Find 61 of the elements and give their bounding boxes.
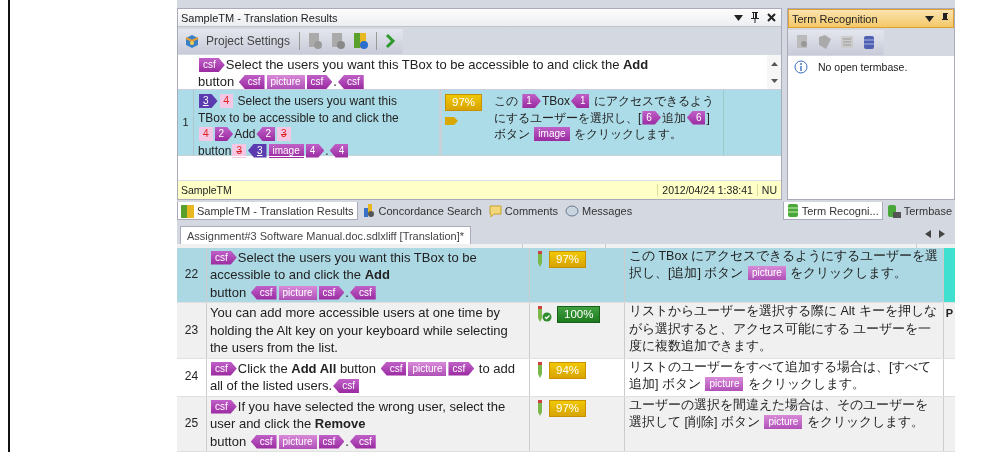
panel-title: Term Recognition bbox=[792, 12, 879, 25]
book-icon[interactable] bbox=[353, 32, 370, 50]
match-row[interactable]: 1 3 4 Select the users you want this TBox to be accessible to and click the 4 2 Add 2 3 button 3 3 image 4 . 4 97% この 1 TBox 1 にアクセスできるようにするユーザーを選択し、[ 6 追加 6 ] ボタン image をクリックします。 bbox=[178, 90, 781, 156]
row-number: 25 bbox=[177, 396, 207, 451]
target-text: リストからユーザーを選択する際に Alt キーを押しながら選択すると、アクセス可能にする ユーザーを一度に複数追加できます。 bbox=[625, 303, 944, 358]
match-user: NU bbox=[756, 184, 781, 196]
panel-tab[interactable]: Termbase bbox=[883, 202, 955, 220]
tag-icon bbox=[445, 117, 458, 125]
source-text: csf Select the users you want this TBox to be accessible to and click the Add button csf picture csf . csf bbox=[197, 56, 650, 89]
document-tab[interactable]: Assignment#3 Software Manual.doc.sdlxliff [Translation]* bbox=[180, 225, 471, 244]
pencil-icon bbox=[536, 361, 544, 378]
match-percent: 97% bbox=[549, 250, 587, 268]
source-text: 3 4 Select the users you want this TBox to be accessible to and click the 4 2 Add 2 3 button 3 3 image 4 . 4 bbox=[194, 90, 442, 155]
panel-tab[interactable]: SampleTM - Translation Results bbox=[177, 202, 358, 220]
arrow-right-icon[interactable] bbox=[384, 33, 397, 49]
scroll-left-icon[interactable] bbox=[925, 229, 931, 238]
scroll-down-icon[interactable] bbox=[770, 78, 778, 83]
match-percent: 100% bbox=[557, 306, 601, 323]
document-icon[interactable] bbox=[330, 32, 347, 50]
panel-title: SampleTM - Translation Results bbox=[181, 11, 339, 24]
project-settings-button[interactable]: Project Settings bbox=[182, 30, 293, 52]
scroll-right-icon[interactable] bbox=[939, 229, 945, 238]
pencil-icon bbox=[536, 399, 544, 416]
panel-tab[interactable]: Concordance Search bbox=[358, 202, 485, 220]
pencil-check-icon bbox=[536, 306, 552, 322]
segment-row[interactable]: 22 csf Select the users you want this TBox to be accessible to and click the Add button csf picture csf . csf 97% この TBox にアクセスできるようにするユーザーを選択し、[追加] ボタン picture をクリックします。 bbox=[177, 247, 955, 303]
source-text: csf Select the users you want this TBox to be accessible to and click the Add button csf picture csf . csf bbox=[207, 247, 530, 302]
source-text: You can add more accessible users at one time by holding the Alt key on your keyboard while selecting the users from the list. bbox=[207, 303, 530, 358]
match-percent: 97% bbox=[445, 94, 483, 111]
dropdown-icon[interactable] bbox=[925, 15, 934, 22]
target-text: ユーザーの選択を間違えた場合は、そのユーザーを選択して [削除] ボタン picture をクリックします。 bbox=[625, 396, 944, 451]
panel-tab[interactable]: Messages bbox=[562, 202, 636, 220]
source-text: csf If you have selected the wrong user, select the user and click the Remove button csf picture csf . csf bbox=[207, 396, 530, 451]
target-text: リストのユーザーをすべて追加する場合は、[すべて追加] ボタン picture をクリックします。 bbox=[625, 358, 944, 396]
scroll-up-icon[interactable] bbox=[770, 61, 778, 66]
row-number: 23 bbox=[177, 303, 207, 358]
status-cell bbox=[944, 247, 955, 302]
segment-row[interactable]: 24 csf Click the Add All button csf picture csf to add all of the listed users. csf 94% リストのユーザーをすべて追加する場合は、[すべて追加] ボタン picture をクリックします。 bbox=[177, 358, 955, 397]
segment-row[interactable]: 25 csf If you have selected the wrong user, select the user and click the Remove button csf picture csf . csf 97% ユーザーの選択を間違えた場合は、そのユーザーを選択して [削除] ボタン picture をクリックします。 bbox=[177, 396, 955, 452]
match-date: 2012/04/24 1:38:41 bbox=[657, 184, 757, 196]
row-number: 1 bbox=[178, 90, 194, 155]
match-percent: 94% bbox=[549, 361, 587, 379]
match-percent: 97% bbox=[549, 399, 587, 417]
panel-tab[interactable]: Comments bbox=[485, 202, 562, 220]
dropdown-icon[interactable] bbox=[734, 14, 743, 21]
target-text: この 1 TBox 1 にアクセスできるようにするユーザーを選択し、[ 6 追加 6 ] ボタン image をクリックします。 bbox=[490, 90, 724, 155]
panel-tab[interactable]: Term Recogni... bbox=[782, 202, 883, 220]
tm-name: SampleTM bbox=[180, 184, 233, 196]
book-icon bbox=[181, 203, 194, 218]
status-cell-text: P bbox=[944, 306, 955, 321]
pencil-icon bbox=[536, 250, 544, 267]
info-icon bbox=[794, 60, 808, 74]
pin-icon[interactable] bbox=[751, 12, 759, 23]
row-number: 22 bbox=[177, 247, 207, 302]
comment-icon bbox=[488, 204, 502, 218]
speech-bubble-icon bbox=[565, 204, 580, 218]
cube-icon bbox=[184, 33, 200, 49]
close-icon[interactable] bbox=[767, 13, 776, 22]
info-message: No open termbase. bbox=[818, 61, 908, 73]
segment-row[interactable]: 23 You can add more accessible users at one time by holding the Alt key on your keyboard while selecting the users from the list. 100% リストからユーザーを選択する際に Alt キーを押しながら選択すると、アクセス可能にする ユーザーを一度に複数追加できます。 P bbox=[177, 303, 955, 359]
row-number: 24 bbox=[177, 358, 207, 396]
